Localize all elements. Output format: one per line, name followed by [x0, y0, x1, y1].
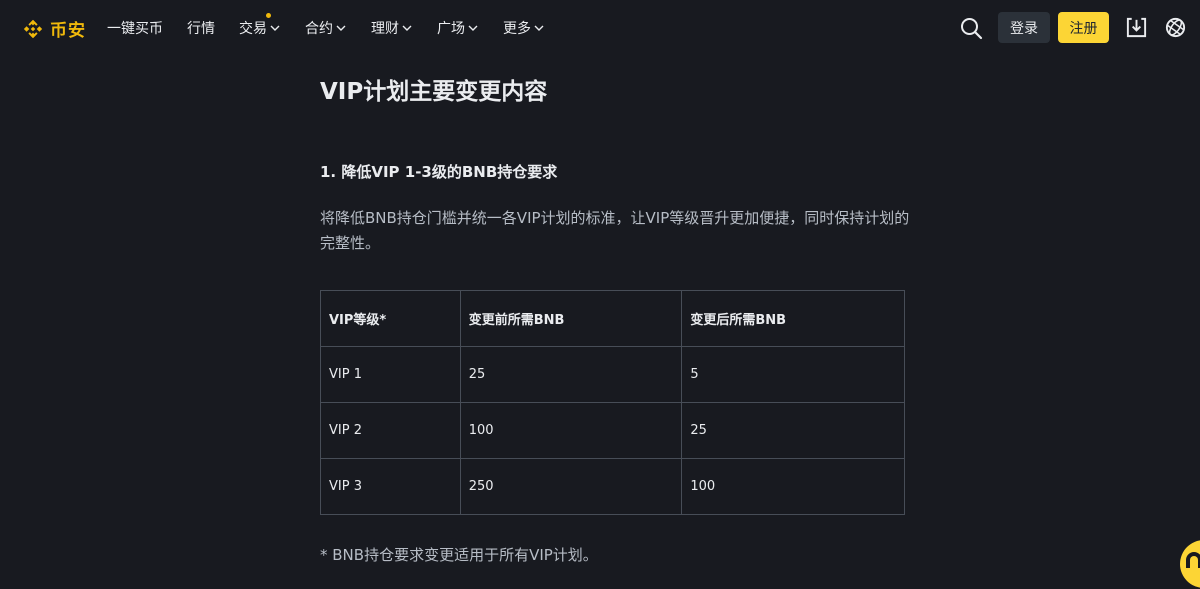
table-cell: VIP 1: [320, 346, 461, 403]
nav-item-buy-crypto[interactable]: 一键买币: [107, 18, 163, 38]
nav-item-square[interactable]: 广场: [437, 18, 478, 38]
table-cell: 25: [459, 346, 683, 403]
table-header-cell: 变更后所需BNB: [681, 290, 905, 347]
top-navigation-bar: 币安 一键买币 行情 交易 合约 理财 广场 更多 登录 注册: [0, 0, 1200, 56]
nav-item-more[interactable]: 更多: [503, 18, 544, 38]
nav-item-label: 行情: [187, 21, 215, 37]
headset-icon: [1186, 552, 1200, 568]
nav-item-markets[interactable]: 行情: [187, 18, 215, 38]
binance-logo-icon: [23, 19, 43, 38]
table-cell: 25: [681, 402, 905, 459]
binance-logo[interactable]: 币安: [22, 16, 86, 41]
search-icon[interactable]: [959, 16, 983, 40]
new-indicator-dot: [266, 13, 271, 18]
chevron-down-icon: [402, 25, 412, 31]
article-title: VIP计划主要变更内容: [320, 79, 548, 105]
table-cell: 5: [681, 346, 905, 403]
nav-item-trade[interactable]: 交易: [239, 13, 280, 38]
table-cell: 100: [459, 402, 683, 459]
nav-item-label: 广场: [437, 21, 465, 37]
table-row: VIP 3 250 100: [320, 458, 905, 515]
customer-support-button[interactable]: [1180, 540, 1200, 588]
nav-item-label: 交易: [239, 21, 267, 37]
chevron-down-icon: [468, 25, 478, 31]
chevron-down-icon: [534, 25, 544, 31]
login-button[interactable]: 登录: [998, 12, 1050, 43]
nav-item-label: 合约: [305, 21, 333, 37]
vip-bnb-requirement-table: VIP等级* 变更前所需BNB 变更后所需BNB VIP 1 25 5 VIP …: [320, 290, 905, 515]
logo-text: 币安: [50, 21, 86, 41]
nav-item-label: 一键买币: [107, 21, 163, 37]
globe-icon[interactable]: [1164, 16, 1187, 39]
section-heading: 1. 降低VIP 1-3级的BNB持仓要求: [320, 163, 558, 181]
table-header-row: VIP等级* 变更前所需BNB 变更后所需BNB: [320, 290, 905, 347]
chevron-down-icon: [336, 25, 346, 31]
download-icon[interactable]: [1125, 16, 1148, 39]
table-row: VIP 2 100 25: [320, 402, 905, 459]
nav-item-earn[interactable]: 理财: [371, 18, 412, 38]
table-cell: VIP 3: [320, 458, 461, 515]
nav-item-label: 理财: [371, 21, 399, 37]
chevron-down-icon: [270, 25, 280, 31]
table-cell: VIP 2: [320, 402, 461, 459]
nav-item-label: 更多: [503, 21, 531, 37]
table-row: VIP 1 25 5: [320, 346, 905, 403]
section-description: 将降低BNB持仓门槛并统一各VIP计划的标准，让VIP等级晋升更加便捷，同时保持…: [320, 209, 910, 252]
table-cell: 250: [459, 458, 683, 515]
table-footnote: * BNB持仓要求变更适用于所有VIP计划。: [320, 546, 598, 564]
nav-item-futures[interactable]: 合约: [305, 18, 346, 38]
table-header-cell: 变更前所需BNB: [459, 290, 683, 347]
register-button[interactable]: 注册: [1058, 12, 1109, 43]
table-header-cell: VIP等级*: [320, 290, 461, 347]
main-nav: 一键买币 行情 交易 合约 理财 广场 更多: [107, 0, 544, 56]
table-cell: 100: [681, 458, 905, 515]
